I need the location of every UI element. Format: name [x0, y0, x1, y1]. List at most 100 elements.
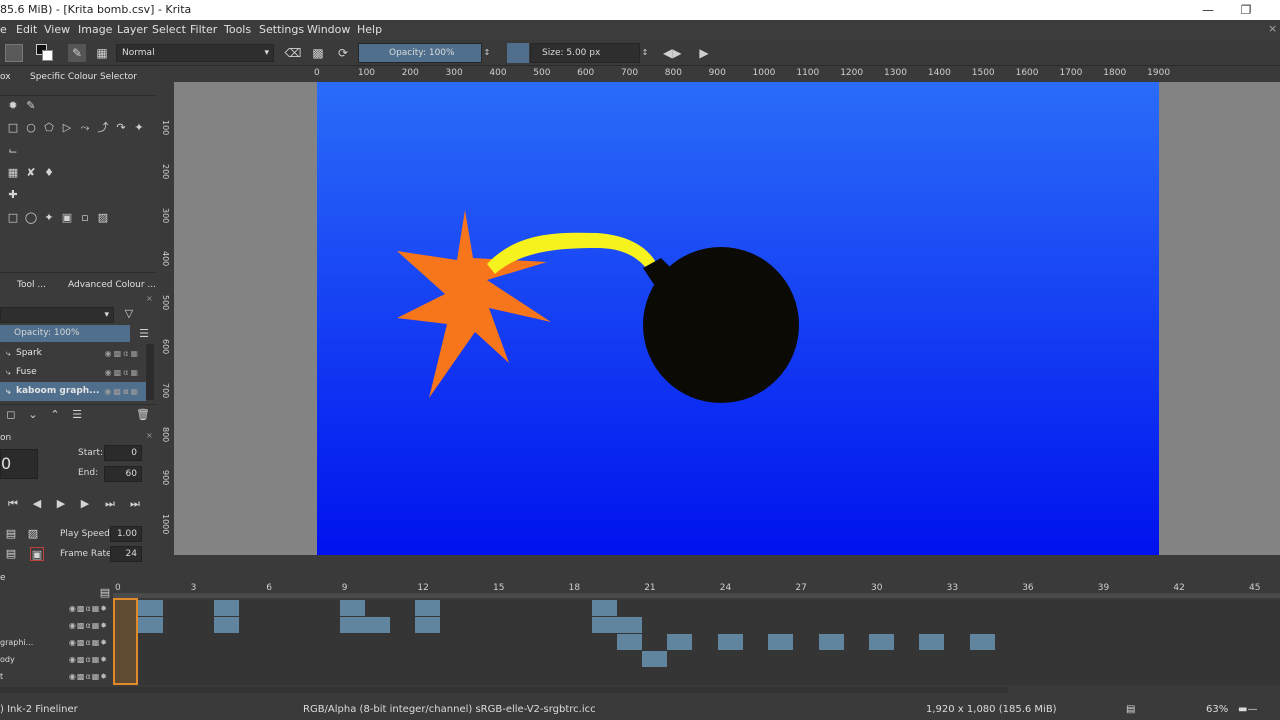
- layer-filter-icon[interactable]: ▽: [122, 307, 136, 321]
- rotate-canvas-icon[interactable]: ▤: [1126, 704, 1135, 715]
- track-row[interactable]: ◉▩α▦✸: [0, 617, 110, 634]
- frame-grid[interactable]: [113, 600, 1280, 685]
- rectangle-tool-icon[interactable]: □: [6, 121, 20, 135]
- layer-row-spark[interactable]: ⤷ Spark ◉▩α▦: [0, 344, 146, 363]
- current-frame-field[interactable]: 0: [0, 449, 38, 479]
- keyframe[interactable]: [869, 634, 894, 650]
- tab-advanced-colour[interactable]: Advanced Colour ...: [68, 280, 156, 290]
- dynamic-brush-icon[interactable]: ↷: [114, 121, 128, 135]
- size-slider[interactable]: Size: 5.00 px: [530, 43, 640, 63]
- track-toggles-icon[interactable]: ◉▩α▦✸: [69, 600, 108, 617]
- onion-skin-icon[interactable]: ▤: [4, 527, 18, 541]
- keyframe[interactable]: [340, 600, 365, 616]
- menu-tools[interactable]: Tools: [224, 23, 251, 36]
- frame-rate-spinbox[interactable]: 24: [110, 546, 142, 562]
- magic-wand-icon[interactable]: ✦: [42, 211, 56, 225]
- add-layer-icon[interactable]: ◻: [4, 408, 18, 422]
- layer-row-kaboom[interactable]: ⤷ kaboom graph... ◉▩α▦: [0, 382, 146, 401]
- minimize-button[interactable]: —: [1190, 0, 1226, 20]
- crop-tool-icon[interactable]: ⌙: [6, 144, 20, 158]
- layer-opacity-slider[interactable]: Opacity: 100%: [0, 325, 130, 342]
- keyframe[interactable]: [768, 634, 793, 650]
- magnetic-select-icon[interactable]: ▨: [96, 211, 110, 225]
- track-toggles-icon[interactable]: ◉▩α▦✸: [69, 617, 108, 634]
- layer-visibility-icons[interactable]: ◉▩α▦: [105, 344, 140, 363]
- multibrush-icon[interactable]: ✦: [132, 121, 146, 135]
- blend-mode-select[interactable]: Normal ▾: [116, 44, 274, 62]
- similar-select-icon[interactable]: ▣: [60, 211, 74, 225]
- playhead-frame[interactable]: [113, 598, 138, 685]
- opacity-spin-icon[interactable]: ↕: [482, 44, 492, 62]
- restore-button[interactable]: ❐: [1228, 0, 1264, 20]
- play-speed-spinbox[interactable]: 1.00: [110, 526, 142, 542]
- menu-filter[interactable]: Filter: [190, 23, 217, 36]
- move-layer-up-icon[interactable]: ⌃: [48, 408, 62, 422]
- track-row[interactable]: ◉▩α▦✸: [0, 600, 110, 617]
- ellipse-select-icon[interactable]: ◯: [24, 211, 38, 225]
- eraser-icon[interactable]: ⌫: [284, 44, 302, 62]
- gradient-tool-icon[interactable]: ▦: [6, 166, 20, 180]
- bezier-tool-icon[interactable]: ⤳: [78, 121, 92, 135]
- drop-frames-icon[interactable]: ▨: [26, 527, 40, 541]
- keyframe[interactable]: [592, 617, 642, 633]
- tab-tool-options[interactable]: Tool ...: [17, 280, 46, 290]
- last-frame-icon[interactable]: ⏭: [128, 497, 142, 511]
- layer-list-icon[interactable]: ☰: [137, 327, 151, 341]
- keyframe[interactable]: [214, 600, 239, 616]
- menu-window[interactable]: Window: [307, 23, 350, 36]
- track-row[interactable]: t ◉▩α▦✸: [0, 668, 110, 685]
- bezier-select-icon[interactable]: ▫: [78, 211, 92, 225]
- menu-file[interactable]: e: [0, 23, 7, 36]
- polyline-tool-icon[interactable]: ▷: [60, 121, 74, 135]
- first-frame-icon[interactable]: ⏮: [6, 497, 20, 511]
- assistant-tool-icon[interactable]: ✚: [6, 188, 20, 202]
- menu-view[interactable]: View: [44, 23, 70, 36]
- menu-edit[interactable]: Edit: [16, 23, 37, 36]
- pattern-icon[interactable]: ▦: [93, 44, 111, 62]
- end-spinbox[interactable]: 60: [104, 466, 142, 482]
- record-icon[interactable]: ▣: [30, 547, 44, 561]
- auto-frame-icon[interactable]: ▤: [4, 547, 18, 561]
- track-toggles-icon[interactable]: ◉▩α▦✸: [69, 668, 108, 685]
- document-canvas[interactable]: [317, 82, 1159, 555]
- menu-select[interactable]: Select: [152, 23, 186, 36]
- colorize-mask-icon[interactable]: ✘: [24, 166, 38, 180]
- zoom-slider[interactable]: ▬—: [1238, 704, 1257, 715]
- timeline-scrollbar[interactable]: [0, 687, 1008, 693]
- keyframe[interactable]: [919, 634, 944, 650]
- keyframe[interactable]: [340, 617, 390, 633]
- next-frame-icon[interactable]: ▶: [78, 497, 92, 511]
- move-layer-down-icon[interactable]: ⌄: [26, 408, 40, 422]
- menu-settings[interactable]: Settings: [259, 23, 304, 36]
- play-icon[interactable]: ▶: [54, 497, 68, 511]
- menu-close-icon[interactable]: ×: [1268, 22, 1277, 35]
- layers-scrollbar[interactable]: [146, 344, 154, 400]
- track-toggles-icon[interactable]: ◉▩α▦✸: [69, 634, 108, 651]
- dock-close-icon[interactable]: ×: [146, 294, 153, 303]
- flow-slider[interactable]: [507, 43, 529, 63]
- menu-layer[interactable]: Layer: [117, 23, 148, 36]
- track-toggles-icon[interactable]: ◉▩α▦✸: [69, 651, 108, 668]
- freehand-path-icon[interactable]: ⤴: [96, 121, 110, 135]
- keyframe[interactable]: [667, 634, 692, 650]
- layer-visibility-icons[interactable]: ◉▩α▦: [104, 382, 140, 401]
- fill-tool-icon[interactable]: ♦: [42, 166, 56, 180]
- opacity-slider[interactable]: Opacity: 100%: [358, 43, 482, 63]
- mirror-horizontal-icon[interactable]: ◀▶: [663, 44, 681, 62]
- layer-row-fuse[interactable]: ⤷ Fuse ◉▩α▦: [0, 363, 146, 382]
- canvas-area[interactable]: [174, 82, 1280, 555]
- animation-close-icon[interactable]: ×: [146, 431, 153, 440]
- menu-help[interactable]: Help: [357, 23, 382, 36]
- delete-layer-icon[interactable]: 🗑: [136, 408, 150, 422]
- keyframe[interactable]: [718, 634, 743, 650]
- timeline-settings-icon[interactable]: ▤: [98, 586, 112, 600]
- previous-frame-icon[interactable]: ◀: [30, 497, 44, 511]
- size-spin-icon[interactable]: ↕: [640, 44, 650, 62]
- keyframe[interactable]: [592, 600, 617, 616]
- reload-preset-icon[interactable]: ⟳: [334, 44, 352, 62]
- foreground-background-colors[interactable]: [36, 44, 54, 62]
- freehand-brush-icon[interactable]: ✹: [6, 99, 20, 113]
- keyframe[interactable]: [819, 634, 844, 650]
- keyframe[interactable]: [214, 617, 239, 633]
- track-row[interactable]: ody ◉▩α▦✸: [0, 651, 110, 668]
